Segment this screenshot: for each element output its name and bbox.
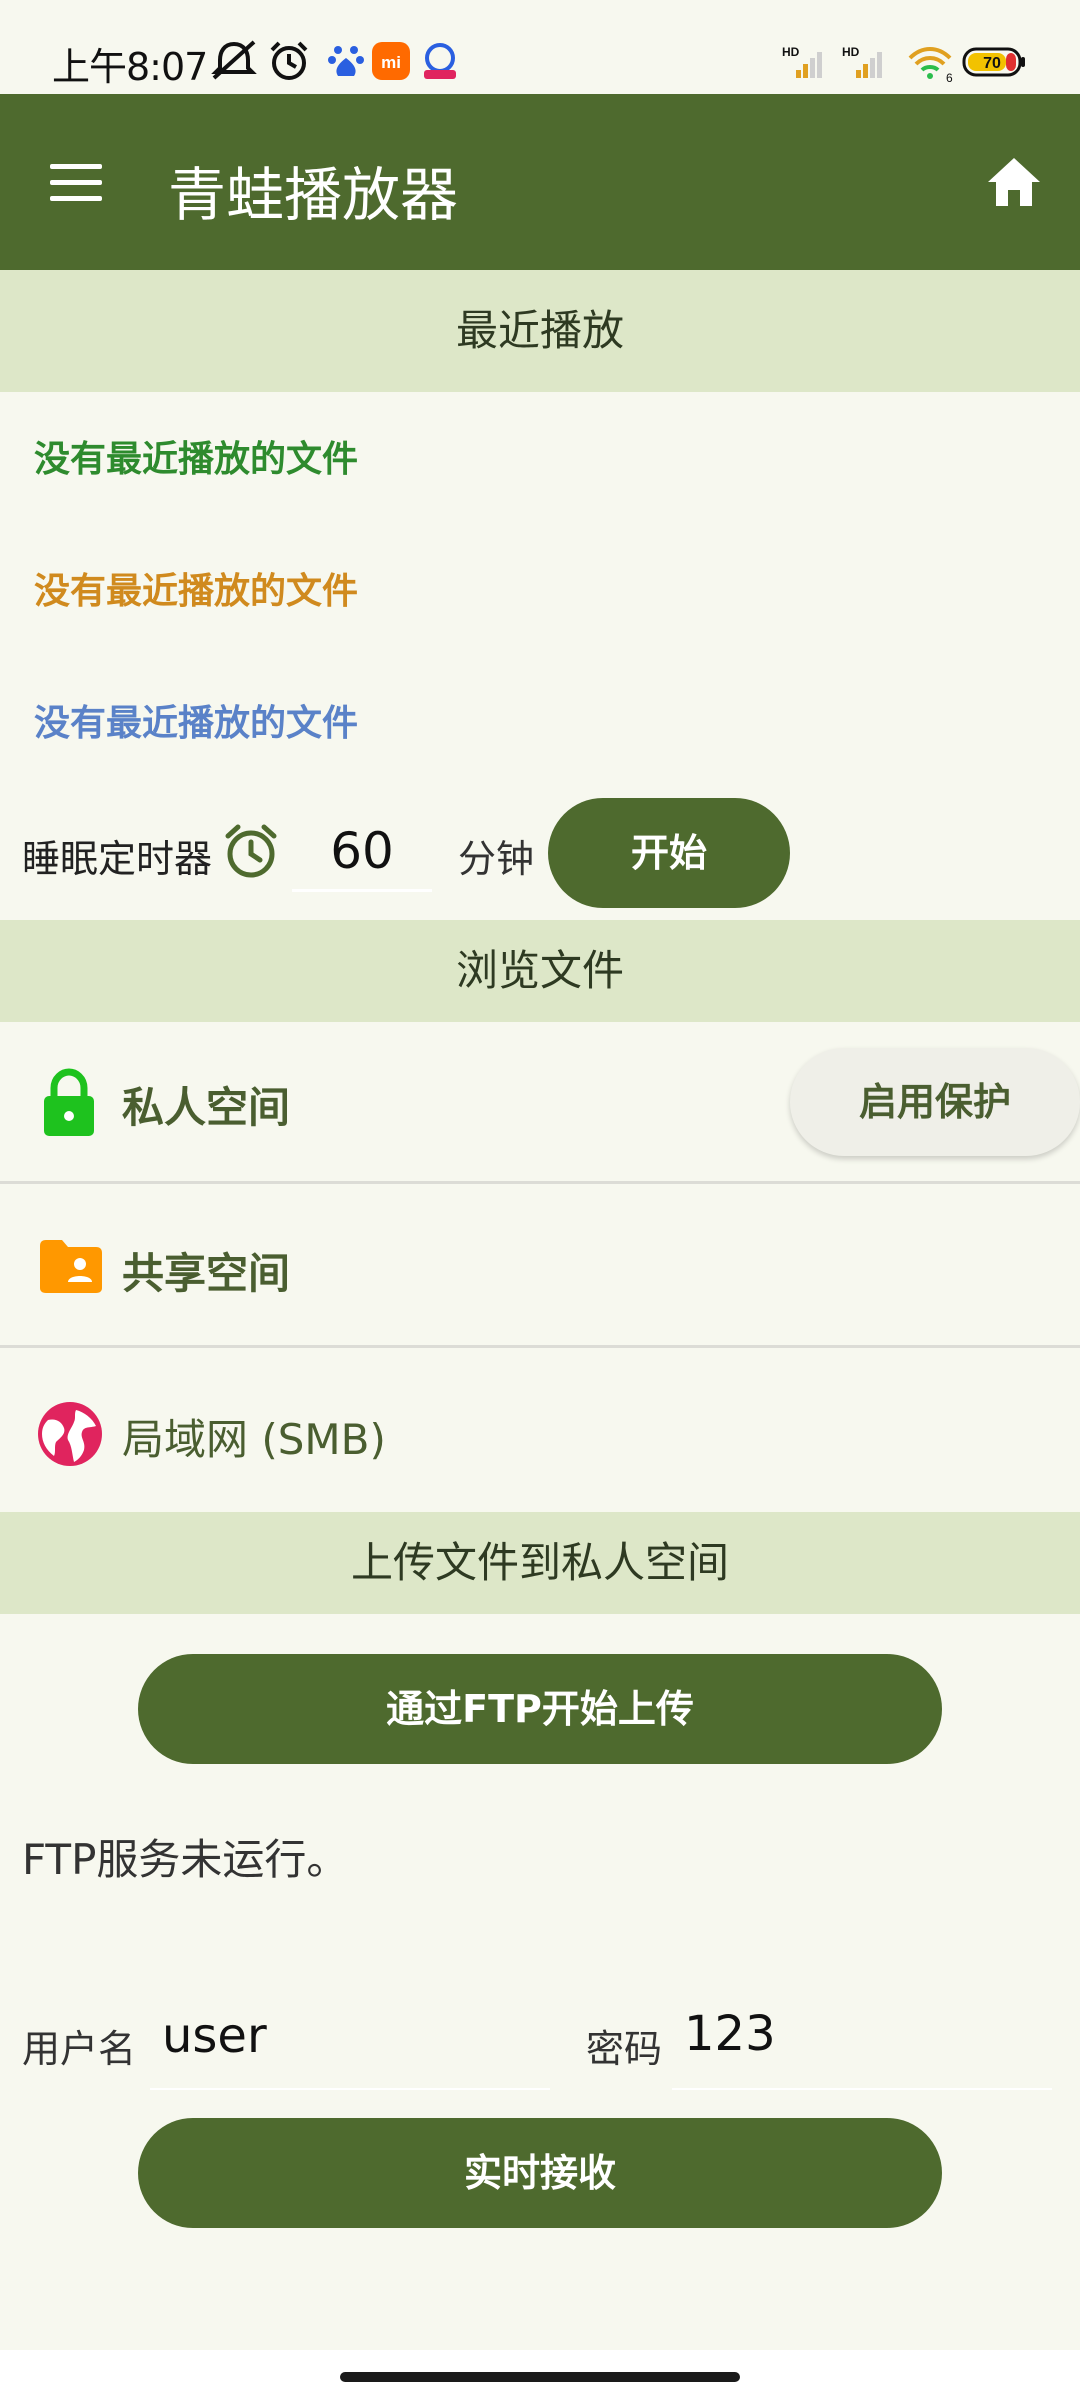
sleep-minutes-input[interactable]: 60 — [292, 810, 432, 892]
browse-item-smb[interactable]: 局域网 (SMB) — [0, 1350, 1080, 1512]
sleep-timer-label: 睡眠定时器 — [22, 837, 213, 881]
recent-item[interactable]: 没有最近播放的文件 — [34, 562, 358, 614]
hd-signal-icon: HD — [842, 45, 882, 78]
username-underline — [150, 2088, 550, 2090]
battery-level: 70 — [983, 55, 1001, 72]
browse-item-shared[interactable]: 共享空间 — [0, 1186, 1080, 1348]
username-field[interactable]: user — [162, 2008, 267, 2064]
sleep-minutes-unit: 分钟 — [458, 837, 535, 881]
globe-icon — [38, 1402, 102, 1466]
shared-folder-icon — [40, 1240, 102, 1293]
browse-item-label: 局域网 (SMB) — [122, 1415, 386, 1464]
recent-item[interactable]: 没有最近播放的文件 — [34, 694, 358, 746]
browse-item-label: 共享空间 — [122, 1249, 291, 1298]
status-bar: 上午8:07 mi HD HD 6 70 — [0, 0, 1080, 94]
hd-signal-icon: HD — [782, 45, 822, 78]
realtime-receive-button[interactable]: 实时接收 — [138, 2118, 942, 2228]
mute-icon — [211, 40, 257, 80]
password-label: 密码 — [586, 2027, 663, 2071]
svg-text:HD: HD — [782, 45, 800, 59]
recent-item[interactable]: 没有最近播放的文件 — [34, 430, 358, 482]
app-title: 青蛙播放器 — [168, 161, 459, 229]
recent-header: 最近播放 — [0, 270, 1080, 392]
gesture-bar[interactable] — [340, 2372, 740, 2382]
home-icon[interactable] — [984, 154, 1044, 210]
mi-icon: mi — [372, 42, 410, 80]
lock-icon — [44, 1068, 94, 1136]
password-field[interactable]: 123 — [684, 2006, 776, 2062]
svg-text:6: 6 — [946, 71, 953, 82]
svg-text:mi: mi — [381, 53, 401, 72]
ftp-status-text: FTP服务未运行。 — [22, 1835, 349, 1884]
browse-item-label: 私人空间 — [122, 1083, 291, 1132]
enable-protection-button[interactable]: 启用保护 — [790, 1048, 1080, 1156]
svg-text:HD: HD — [842, 45, 860, 59]
sleep-start-button[interactable]: 开始 — [548, 798, 790, 908]
username-label: 用户名 — [22, 2027, 137, 2071]
battery-icon: 70 — [962, 47, 1025, 77]
alarm-icon — [270, 41, 308, 80]
app-bar: 青蛙播放器 — [0, 94, 1080, 270]
password-underline — [672, 2088, 1052, 2090]
alarm-clock-icon — [225, 824, 277, 878]
ftp-upload-button[interactable]: 通过FTP开始上传 — [138, 1654, 942, 1764]
menu-icon[interactable] — [48, 158, 104, 206]
status-time: 上午8:07 — [52, 45, 208, 89]
baidu-netdisk-icon — [424, 43, 456, 79]
browse-header: 浏览文件 — [0, 920, 1080, 1022]
wifi-icon: 6 — [908, 47, 953, 82]
baidu-icon — [328, 46, 364, 76]
upload-header: 上传文件到私人空间 — [0, 1512, 1080, 1614]
